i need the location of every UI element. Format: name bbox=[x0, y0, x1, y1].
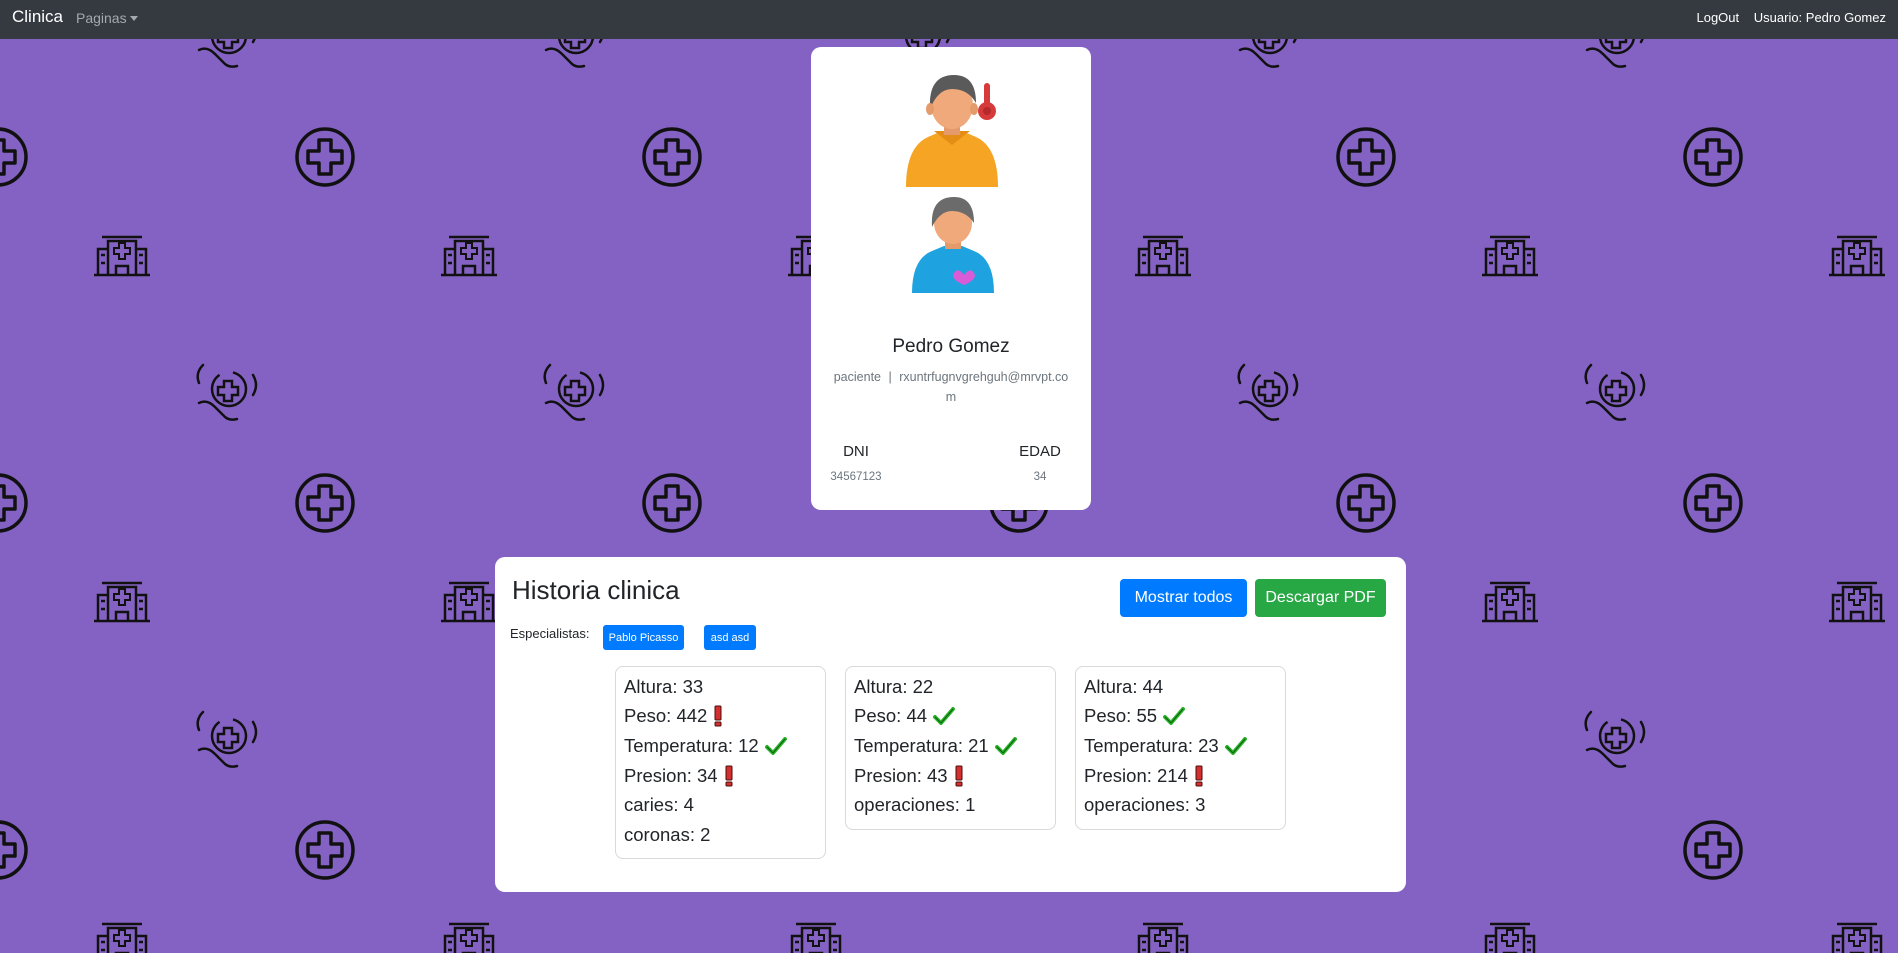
dni-label: DNI bbox=[843, 443, 869, 460]
entry-item: operaciones: 3 bbox=[1084, 790, 1285, 820]
check-icon bbox=[1163, 707, 1186, 726]
entry-item: Altura: 22 bbox=[854, 672, 1055, 702]
entry-item-text: Presion: 43 bbox=[854, 764, 948, 786]
entry-item-text: Peso: 44 bbox=[854, 705, 928, 727]
entry-item-text: coronas: 2 bbox=[624, 823, 711, 845]
entry-item-text: Altura: 44 bbox=[1084, 675, 1164, 697]
info-separator: | bbox=[888, 370, 892, 384]
entry-item-text: Altura: 33 bbox=[624, 675, 704, 697]
entry-item: Temperatura: 23 bbox=[1084, 731, 1285, 761]
entry-item: Temperatura: 12 bbox=[624, 731, 825, 761]
entry-item: coronas: 2 bbox=[624, 820, 825, 850]
top-navbar: Clinica Paginas LogOut Usuario: Pedro Go… bbox=[0, 0, 1898, 39]
entry-item: Temperatura: 21 bbox=[854, 731, 1055, 761]
patient-info: paciente | rxuntrfugnvgrehguh@mrvpt.com bbox=[829, 367, 1073, 407]
entry-item-text: Altura: 22 bbox=[854, 675, 934, 697]
history-entry-card: Altura: 33 Peso: 442 Temperatura: 12 Presio… bbox=[615, 666, 826, 859]
pages-dropdown-label: Paginas bbox=[76, 10, 127, 26]
navbar-right: LogOut Usuario: Pedro Gomez bbox=[1685, 10, 1886, 25]
check-icon bbox=[764, 736, 787, 755]
entry-item: operaciones: 1 bbox=[854, 790, 1055, 820]
entry-item: Presion: 43 bbox=[854, 761, 1055, 791]
pages-dropdown[interactable]: Paginas bbox=[76, 10, 138, 26]
entry-item: Altura: 33 bbox=[624, 672, 825, 702]
history-entry-card: Altura: 44 Peso: 55 Temperatura: 23 Presion… bbox=[1075, 666, 1286, 830]
patient-thermometer-avatar-icon bbox=[906, 75, 998, 187]
current-user-label: Usuario: Pedro Gomez bbox=[1753, 10, 1886, 25]
entry-list: Altura: 44 Peso: 55 Temperatura: 23 Presion… bbox=[1076, 667, 1285, 820]
entry-item-text: Presion: 34 bbox=[624, 764, 718, 786]
specialists-label: Especialistas: bbox=[510, 626, 590, 641]
check-icon bbox=[994, 736, 1017, 755]
entry-item-text: Temperatura: 23 bbox=[1084, 734, 1219, 756]
check-icon bbox=[933, 707, 956, 726]
entry-item-text: Peso: 442 bbox=[624, 705, 708, 727]
entry-item-text: Temperatura: 12 bbox=[624, 734, 759, 756]
entry-item-text: Temperatura: 21 bbox=[854, 734, 989, 756]
logout-link[interactable]: LogOut bbox=[1696, 10, 1739, 25]
patient-role: paciente bbox=[833, 370, 881, 384]
entry-item: Presion: 214 bbox=[1084, 761, 1285, 791]
patient-email: rxuntrfugnvgrehguh@mrvpt.com bbox=[899, 370, 1069, 404]
clinical-history-card: Historia clinica Mostrar todos Descargar… bbox=[495, 557, 1406, 892]
caret-down-icon bbox=[129, 16, 138, 21]
patient-heart-avatar-icon bbox=[912, 197, 994, 293]
entry-item-text: operaciones: 1 bbox=[854, 794, 976, 816]
exclamation-icon bbox=[724, 765, 734, 787]
edad-label: EDAD bbox=[1019, 443, 1061, 460]
history-title: Historia clinica bbox=[512, 575, 680, 605]
entry-item: Peso: 55 bbox=[1084, 702, 1285, 732]
entry-item: Presion: 34 bbox=[624, 761, 825, 791]
entry-item-text: Presion: 214 bbox=[1084, 764, 1188, 786]
entry-list: Altura: 33 Peso: 442 Temperatura: 12 Presio… bbox=[616, 667, 825, 850]
specialist-chip-pablo-picasso[interactable]: Pablo Picasso bbox=[603, 625, 684, 650]
entry-item: caries: 4 bbox=[624, 790, 825, 820]
check-icon bbox=[1224, 736, 1247, 755]
exclamation-icon bbox=[954, 765, 964, 787]
show-all-button[interactable]: Mostrar todos bbox=[1120, 579, 1247, 617]
entry-item-text: caries: 4 bbox=[624, 794, 694, 816]
download-pdf-button[interactable]: Descargar PDF bbox=[1255, 579, 1386, 617]
entry-item: Peso: 44 bbox=[854, 702, 1055, 732]
entry-list: Altura: 22 Peso: 44 Temperatura: 21 Presion… bbox=[846, 667, 1055, 820]
history-entry-card: Altura: 22 Peso: 44 Temperatura: 21 Presion… bbox=[845, 666, 1056, 830]
edad-value: 34 bbox=[1033, 471, 1047, 483]
exclamation-icon bbox=[1194, 765, 1204, 787]
entry-item: Altura: 44 bbox=[1084, 672, 1285, 702]
patient-name: Pedro Gomez bbox=[892, 336, 1010, 357]
entry-item-text: Peso: 55 bbox=[1084, 705, 1158, 727]
patient-profile-card: Pedro Gomez paciente | rxuntrfugnvgrehgu… bbox=[811, 47, 1091, 510]
navbar-brand[interactable]: Clinica bbox=[12, 7, 63, 27]
exclamation-icon bbox=[713, 705, 723, 727]
entry-item-text: operaciones: 3 bbox=[1084, 794, 1206, 816]
specialist-chip-asd-asd[interactable]: asd asd bbox=[704, 625, 756, 650]
dni-value: 34567123 bbox=[830, 471, 882, 483]
entry-item: Peso: 442 bbox=[624, 702, 825, 732]
